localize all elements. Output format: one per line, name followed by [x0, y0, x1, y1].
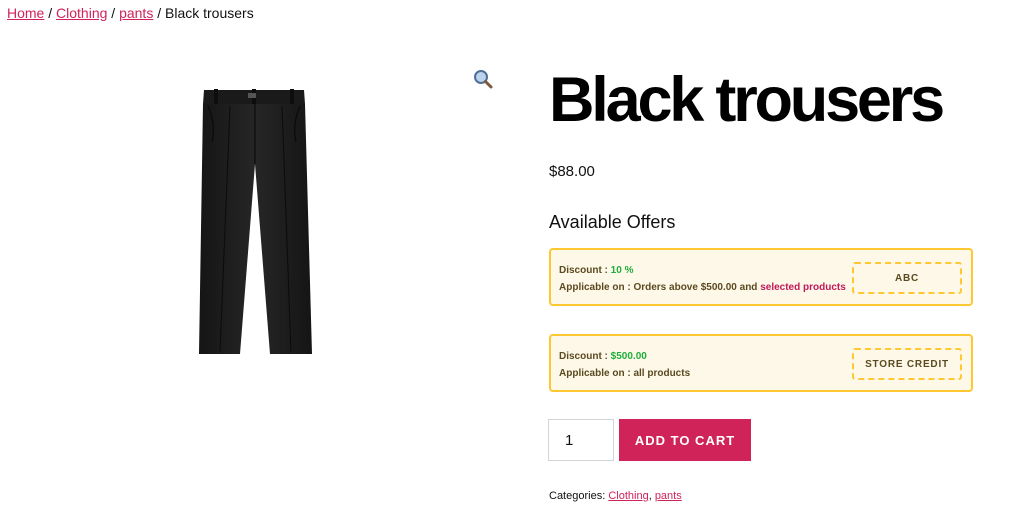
product-gallery — [0, 60, 510, 390]
breadcrumb-home-link[interactable]: Home — [7, 5, 44, 21]
breadcrumb-separator: / — [111, 5, 116, 21]
discount-value: $500.00 — [610, 351, 647, 362]
product-categories: Categories: Clothing, pants — [549, 490, 682, 502]
offer-discount-line: Discount : 10 % — [559, 265, 633, 276]
add-to-cart-button[interactable]: ADD TO CART — [619, 419, 751, 461]
offer-card: Discount : $500.00 Applicable on : all p… — [549, 334, 973, 392]
coupon-code-button[interactable]: ABC — [852, 262, 962, 294]
category-clothing-link[interactable]: Clothing — [608, 490, 648, 502]
applicable-text: Orders above $500.00 and — [633, 282, 758, 293]
product-image[interactable] — [190, 84, 320, 364]
breadcrumb-current: Black trousers — [165, 5, 254, 21]
offer-discount-line: Discount : $500.00 — [559, 351, 647, 362]
trousers-image — [199, 89, 312, 354]
breadcrumb-separator: / — [157, 5, 162, 21]
magnifier-icon — [474, 70, 493, 89]
breadcrumb-pants-link[interactable]: pants — [119, 5, 153, 21]
product-page: Home / Clothing / pants / Black trousers — [0, 0, 1024, 512]
breadcrumb-separator: / — [48, 5, 53, 21]
applicable-label: Applicable on : — [559, 282, 631, 293]
discount-label: Discount : — [559, 265, 608, 276]
discount-value: 10 % — [610, 265, 634, 276]
coupon-code-button[interactable]: STORE CREDIT — [852, 348, 962, 380]
offer-applicable-line: Applicable on : all products — [559, 368, 690, 379]
breadcrumb: Home / Clothing / pants / Black trousers — [7, 4, 254, 22]
offers-heading: Available Offers — [549, 212, 676, 232]
product-title: Black trousers — [549, 65, 945, 135]
applicable-text: all products — [633, 368, 691, 379]
zoom-trigger[interactable] — [472, 68, 494, 90]
selected-products-link[interactable]: selected products — [760, 282, 846, 293]
discount-label: Discount : — [559, 351, 608, 362]
product-price: $88.00 — [549, 163, 595, 180]
breadcrumb-clothing-link[interactable]: Clothing — [56, 5, 107, 21]
offer-applicable-line: Applicable on : Orders above $500.00 and… — [559, 282, 846, 293]
quantity-input[interactable] — [548, 419, 614, 461]
offer-card: Discount : 10 % Applicable on : Orders a… — [549, 248, 973, 306]
category-pants-link[interactable]: pants — [655, 490, 682, 502]
categories-label: Categories: — [549, 490, 606, 502]
categories-separator: , — [648, 490, 652, 502]
applicable-label: Applicable on : — [559, 368, 631, 379]
